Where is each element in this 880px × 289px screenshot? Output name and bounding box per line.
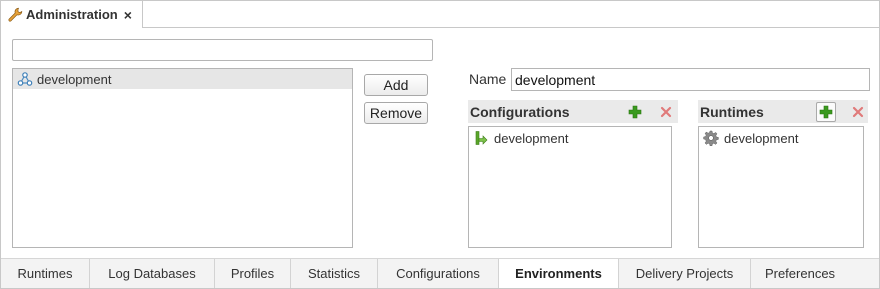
remove-configuration-button[interactable] (656, 102, 676, 122)
gear-icon (703, 130, 719, 146)
configurations-title: Configurations (470, 103, 570, 120)
environment-label: development (37, 71, 112, 87)
tab-profiles[interactable]: Profiles (215, 259, 291, 288)
remove-button[interactable]: Remove (364, 102, 428, 124)
wrench-icon (8, 7, 23, 22)
configuration-branch-icon (475, 131, 488, 145)
environment-network-icon (17, 72, 33, 86)
configurations-header: Configurations (468, 100, 678, 123)
environment-list[interactable]: development (12, 68, 353, 248)
tab-runtimes[interactable]: Runtimes (1, 259, 90, 288)
plus-icon (628, 105, 642, 119)
name-field[interactable] (511, 68, 870, 91)
configuration-label: development (494, 130, 569, 146)
add-configuration-button[interactable] (625, 102, 645, 122)
tab-preferences[interactable]: Preferences (751, 259, 849, 288)
configurations-list[interactable]: development (468, 126, 672, 248)
tab-title: Administration (26, 7, 118, 22)
filter-input[interactable] (12, 39, 433, 61)
tab-delivery-projects[interactable]: Delivery Projects (619, 259, 751, 288)
list-item-configuration[interactable]: development (469, 128, 671, 148)
tab-strip: Administration × (1, 1, 879, 28)
administration-window: Administration × development Add Remove … (0, 0, 880, 289)
runtimes-title: Runtimes (700, 103, 764, 120)
runtime-label: development (724, 130, 799, 146)
add-runtime-button[interactable] (816, 102, 836, 122)
add-button[interactable]: Add (364, 74, 428, 96)
list-item-runtime[interactable]: development (699, 128, 863, 148)
remove-runtime-button[interactable] (848, 102, 868, 122)
tab-administration[interactable]: Administration × (1, 1, 143, 28)
name-label: Name (469, 71, 507, 87)
list-item-environment[interactable]: development (13, 69, 352, 89)
runtimes-list[interactable]: development (698, 126, 864, 248)
delete-icon (852, 106, 864, 118)
runtimes-header: Runtimes (698, 100, 868, 123)
tab-configurations[interactable]: Configurations (378, 259, 499, 288)
tab-log-databases[interactable]: Log Databases (90, 259, 215, 288)
bottom-tab-bar: Runtimes Log Databases Profiles Statisti… (1, 258, 879, 288)
delete-icon (660, 106, 672, 118)
plus-icon (819, 105, 833, 119)
close-icon[interactable]: × (124, 8, 132, 22)
tab-environments[interactable]: Environments (499, 259, 619, 288)
tab-statistics[interactable]: Statistics (291, 259, 378, 288)
